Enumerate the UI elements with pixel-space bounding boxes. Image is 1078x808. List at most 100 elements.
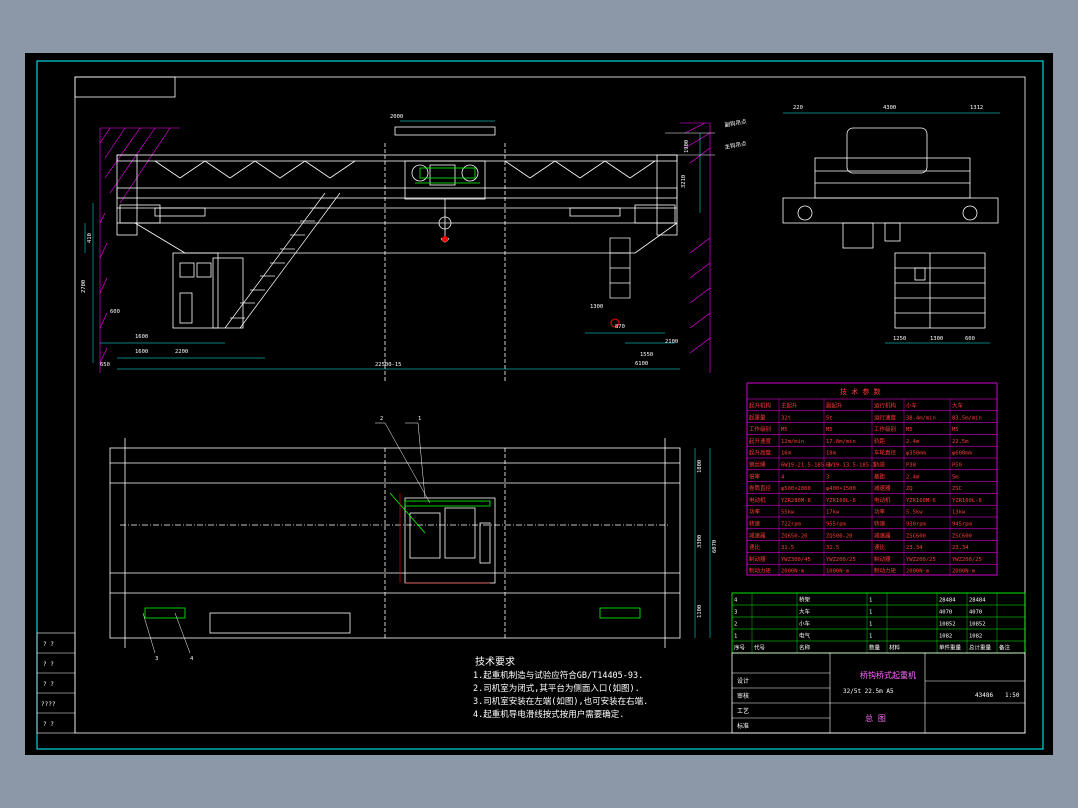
params-cell: P38: [906, 463, 916, 469]
title-weight: 43486: [975, 692, 993, 699]
bom-cell: 28484: [939, 598, 956, 604]
bom-cell: 1: [869, 610, 872, 616]
side-elevation: [782, 127, 999, 329]
params-cell: 运行速度: [874, 413, 897, 421]
dim-side-3: 1250: [893, 336, 906, 342]
params-cell: 功率: [874, 508, 886, 516]
params-cell: ZQ650-20: [781, 533, 808, 539]
params-cell: φ350mm: [906, 451, 927, 457]
dim-main-1: 1600: [135, 334, 148, 340]
params-cell: 4: [781, 474, 785, 480]
dim-side-5: 600: [965, 336, 975, 342]
bom-header-cell: 代号: [754, 644, 766, 652]
params-cell: 起升机构: [749, 402, 772, 410]
params-cell: 3: [826, 474, 829, 480]
front-dimensions: [84, 120, 701, 370]
params-cell: 2.4m: [906, 439, 920, 445]
params-cell: 17.8m/min: [826, 439, 856, 445]
params-cell: P50: [952, 463, 962, 469]
params-cell: 功率: [749, 508, 761, 516]
params-cell: 主起升: [781, 402, 798, 410]
params-cell: 副起升: [826, 402, 843, 410]
tech-requirements: 技术要求 1.起重机制造与试验应符合GB/T14405-93. 2.司机室为闭式…: [473, 655, 648, 720]
bom-cell: 1082: [939, 634, 952, 640]
tech-req-line-2: 2.司机室为闭式,其平台为侧面入口(如图).: [473, 683, 640, 694]
dim-main-14: 2700: [81, 280, 87, 293]
params-cell: 5t: [826, 415, 833, 421]
params-cell: 2000N·m: [781, 569, 805, 575]
plan-view-components: [144, 492, 641, 619]
params-cell: 16m: [781, 451, 792, 457]
params-cell: ZQ: [906, 486, 913, 492]
params-cell: 倍率: [749, 472, 761, 480]
access-ladder: [224, 192, 341, 329]
params-cell: 722rpm: [781, 522, 802, 528]
callout-2: 2: [380, 416, 383, 422]
params-cell: YZR160M-6: [906, 498, 936, 504]
dim-plan-0: 1800: [697, 460, 703, 473]
dim-side-0: 220: [793, 105, 803, 111]
left-label-1: ? ?: [43, 641, 54, 648]
params-cell: YWZ200/25: [826, 557, 856, 563]
level-label-main: 主钩吊点: [724, 139, 748, 151]
params-cell: 制动力矩: [874, 567, 897, 575]
dim-main-2: 2200: [175, 349, 188, 355]
params-cell: 大车: [952, 402, 964, 410]
dim-main-12: 1900: [684, 140, 690, 153]
params-cell: 5m: [952, 474, 959, 480]
operator-cab: [172, 252, 244, 329]
params-cell: 起升高度: [749, 449, 772, 457]
bom-cell: 28484: [969, 598, 986, 604]
params-cell: 2000N·m: [952, 569, 976, 575]
bom-cell: 小车: [799, 620, 811, 628]
dim-main-0: 2000: [390, 114, 403, 120]
dim-main-3: 22500-15: [375, 362, 402, 368]
params-cell: 制动力矩: [749, 567, 772, 575]
corner-box: [74, 76, 176, 98]
bom-cell: 4070: [939, 610, 952, 616]
tech-req-line-4: 4.起重机导电滑线按式按用户需要确定.: [473, 709, 624, 720]
callout-4: 4: [190, 656, 194, 662]
params-cell: 23.34: [906, 545, 923, 551]
bom-header-cell: 单件重量: [939, 644, 962, 652]
dim-main-9: 6100: [635, 361, 648, 367]
dim-side-4: 1300: [930, 336, 943, 342]
left-label-3: ? ?: [43, 681, 54, 688]
params-cell: 6W19-13.5-185-I: [826, 463, 876, 469]
params-cell: 23.34: [952, 545, 969, 551]
params-title: 技 术 参 数: [840, 387, 881, 396]
title-scale: 1:50: [1005, 692, 1020, 699]
cad-drawing: 副钩吊点 主钩吊点 2000 1600 2200 22500-15 650 15…: [36, 60, 1044, 750]
params-cell: φ400×1500: [826, 486, 856, 492]
dim-main-11: 3210: [681, 175, 687, 188]
params-cell: M5: [952, 427, 959, 433]
params-cell: 基距: [874, 472, 886, 480]
main-hook-marker: [442, 236, 448, 242]
params-cell: 32t: [781, 415, 791, 421]
sig-label-2: 审核: [737, 692, 749, 700]
params-cell: 955rpm: [826, 522, 847, 528]
params-cell: 车轮直径: [874, 449, 897, 457]
params-cell: ZSC600: [906, 533, 926, 539]
params-cell: 工作级别: [874, 425, 896, 433]
bom-table: 4 桥架 1 28484 28484 3 大车 1 4070 4070 2 小车 1 10852 10852…: [731, 592, 1026, 654]
params-cell: 制动器: [749, 555, 766, 563]
params-cell: M5: [906, 427, 913, 433]
bom-cell: 1: [869, 598, 872, 604]
params-cell: YZR160L-6: [952, 498, 982, 504]
dim-side-1: 4300: [883, 105, 896, 111]
bom-cell: 1: [869, 634, 872, 640]
params-cell: 减速器: [874, 531, 891, 539]
callout-leaders: [142, 422, 431, 654]
bom-header-cell: 备注: [999, 644, 1011, 652]
params-cell: 18m: [826, 451, 837, 457]
title-drawing: 总 图: [865, 713, 886, 723]
dim-main-8: 1300: [590, 304, 603, 310]
params-cell: 31.5: [781, 545, 794, 551]
front-elevation: 副钩吊点 主钩吊点 2000 1600 2200 22500-15 650 15…: [81, 114, 748, 383]
bom-cell: 1082: [969, 634, 982, 640]
params-cell: YZR280M-8: [781, 498, 811, 504]
dim-side-2: 1312: [970, 105, 983, 111]
sig-label-1: 设计: [737, 677, 749, 685]
level-labels: [665, 132, 715, 156]
